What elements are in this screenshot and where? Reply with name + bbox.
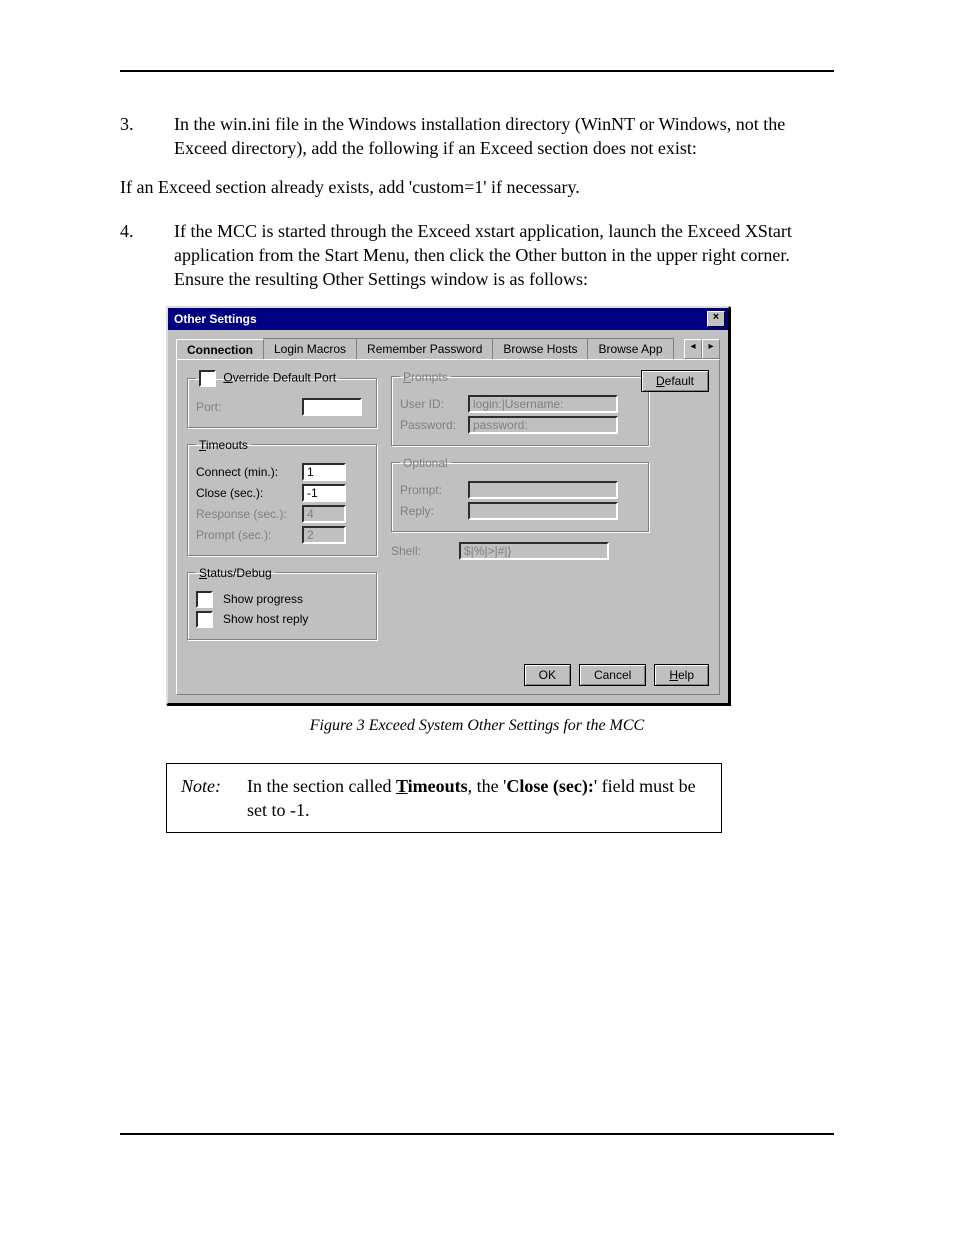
override-port-checkbox-row[interactable]: Override Default Port [196,370,339,387]
tab-scroll-right-icon[interactable]: ▸ [702,339,720,359]
other-settings-dialog: Other Settings × Connection Login Macros… [166,306,730,705]
password-input [468,416,618,434]
tab-connection[interactable]: Connection [176,339,264,360]
note-label: Note: [181,774,247,823]
show-progress-checkbox[interactable] [196,591,213,608]
timeouts-legend: Timeouts [196,438,251,452]
close-icon[interactable]: × [707,311,725,327]
top-rule [120,70,834,72]
tab-login-macros[interactable]: Login Macros [263,338,357,359]
show-progress-label: Show progress [223,592,303,606]
step-4: 4. If the MCC is started through the Exc… [120,219,834,292]
bottom-rule [120,1133,834,1135]
prompt-sec-label: Prompt (sec.): [196,528,296,542]
tab-scroll-left-icon[interactable]: ◂ [684,339,702,359]
userid-input [468,395,618,413]
optional-reply-label: Reply: [400,504,462,518]
connect-input[interactable] [302,463,346,481]
tab-strip: Connection Login Macros Remember Passwor… [168,330,728,359]
show-host-reply-label: Show host reply [223,612,308,626]
show-host-reply-checkbox[interactable] [196,611,213,628]
optional-legend: Optional [400,456,451,470]
tab-remember-password[interactable]: Remember Password [356,338,493,359]
tab-browse-hosts[interactable]: Browse Hosts [492,338,588,359]
cancel-button[interactable]: Cancel [579,664,646,686]
ok-button[interactable]: OK [524,664,571,686]
default-button[interactable]: Default [641,370,709,392]
optional-group: Optional Prompt: Reply: [391,456,649,532]
figure-caption: Figure 3 Exceed System Other Settings fo… [120,717,834,735]
note-body: In the section called Timeouts, the 'Clo… [247,774,707,823]
connect-label: Connect (min.): [196,465,296,479]
step-3: 3. In the win.ini file in the Windows in… [120,112,834,161]
show-progress-row[interactable]: Show progress [196,591,368,608]
step-4-text: If the MCC is started through the Exceed… [174,219,834,292]
close-label: Close (sec.): [196,486,296,500]
shell-input [459,542,609,560]
override-port-checkbox[interactable] [199,370,216,387]
timeouts-group: Timeouts Connect (min.): Close (sec.): R… [187,438,377,556]
shell-label: Shell: [391,544,453,558]
port-input[interactable] [302,398,362,416]
mid-paragraph: If an Exceed section already exists, add… [120,175,834,199]
status-debug-group: Status/Debug Show progress Show host rep… [187,566,377,640]
dialog-buttons: OK Cancel Help [524,664,709,686]
note-box: Note: In the section called Timeouts, th… [166,763,722,834]
help-button[interactable]: Help [654,664,709,686]
titlebar: Other Settings × [168,308,728,330]
port-label: Port: [196,400,296,414]
prompt-sec-input [302,526,346,544]
show-host-reply-row[interactable]: Show host reply [196,611,368,628]
tab-browse-app[interactable]: Browse App [587,338,673,359]
step-4-number: 4. [120,219,174,292]
dialog-body: Override Default Port Port: Timeouts Con… [176,359,720,695]
prompts-group: Prompts User ID: Password: [391,370,649,446]
close-input[interactable] [302,484,346,502]
optional-prompt-label: Prompt: [400,483,462,497]
prompts-legend: Prompts [400,370,451,384]
response-input [302,505,346,523]
override-port-group: Override Default Port Port: [187,370,377,428]
optional-prompt-input [468,481,618,499]
titlebar-title: Other Settings [174,312,707,326]
step-3-number: 3. [120,112,174,161]
step-3-text: In the win.ini file in the Windows insta… [174,112,834,161]
password-label: Password: [400,418,462,432]
optional-reply-input [468,502,618,520]
status-debug-legend: Status/Debug [196,566,275,580]
response-label: Response (sec.): [196,507,296,521]
userid-label: User ID: [400,397,462,411]
